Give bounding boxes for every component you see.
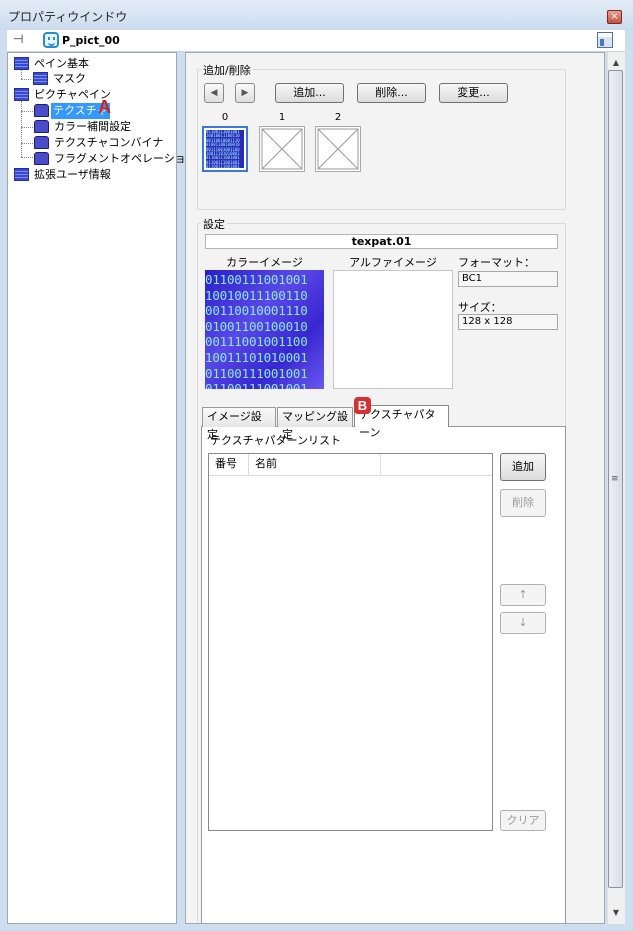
thumb-index-2: 2 bbox=[334, 112, 342, 123]
add-pattern-button[interactable]: 追加 bbox=[500, 453, 546, 481]
format-label: フォーマット： bbox=[458, 256, 535, 269]
texture-slot-0-image: 01100111001001 10010011100110 0011001000… bbox=[206, 130, 244, 168]
tree-line bbox=[21, 157, 33, 158]
settings-label: 設定 bbox=[201, 216, 227, 232]
database-icon bbox=[14, 57, 29, 70]
size-label: サイズ： bbox=[458, 301, 502, 314]
change-texture-button[interactable]: 変更... bbox=[439, 83, 508, 103]
color-image-preview: 01100111001001 10010011100110 0011001000… bbox=[205, 270, 324, 389]
move-up-button[interactable]: ↑ bbox=[500, 584, 546, 606]
scroll-down-arrow[interactable]: ▼ bbox=[610, 908, 622, 917]
column-number[interactable]: 番号 bbox=[209, 454, 249, 475]
move-down-button[interactable]: ↓ bbox=[500, 612, 546, 634]
texture-slot-1[interactable] bbox=[259, 126, 305, 172]
pane-type-icon bbox=[43, 32, 59, 48]
thumb-index-1: 1 bbox=[278, 112, 286, 123]
texture-slot-0[interactable]: 01100111001001 10010011100110 0011001000… bbox=[202, 126, 248, 172]
color-image-label: カラーイメージ bbox=[226, 256, 303, 269]
callout-badge-a: A bbox=[98, 97, 111, 117]
delete-texture-button[interactable]: 削除... bbox=[357, 83, 426, 103]
tree-line bbox=[21, 127, 33, 128]
pin-icon[interactable]: ⊣ bbox=[13, 32, 31, 48]
puzzle-icon bbox=[34, 136, 49, 149]
alpha-image-preview bbox=[333, 270, 453, 389]
tab-mapping-settings[interactable]: マッピング設定 bbox=[277, 407, 353, 441]
close-button[interactable]: × bbox=[607, 10, 622, 24]
pattern-list-label: テクスチャパターンリスト bbox=[210, 434, 342, 447]
window-title: プロパティウインドウ bbox=[8, 10, 128, 24]
database-icon bbox=[14, 88, 29, 101]
layout-icon[interactable] bbox=[597, 32, 613, 48]
tree-line bbox=[21, 111, 33, 112]
add-remove-label: 追加/削除 bbox=[201, 62, 253, 78]
texture-slot-2[interactable] bbox=[315, 126, 361, 172]
puzzle-icon bbox=[34, 120, 49, 133]
empty-slot-icon bbox=[317, 128, 359, 170]
category-tree: ペイン基本 マスク ピクチャペイン テクスチャ A カラー補間設定 テクスチャコ… bbox=[7, 52, 197, 924]
column-name[interactable]: 名前 bbox=[249, 454, 381, 475]
scroll-grip-icon: ≡ bbox=[611, 474, 619, 484]
size-value: 128 x 128 bbox=[458, 314, 558, 330]
scroll-up-arrow[interactable]: ▲ bbox=[610, 58, 622, 67]
tree-line bbox=[21, 143, 33, 144]
callout-badge-b: B bbox=[354, 397, 371, 414]
object-name: P_pict_00 bbox=[62, 34, 120, 47]
tree-line bbox=[21, 70, 22, 79]
clear-button[interactable]: クリア bbox=[500, 810, 546, 831]
puzzle-icon bbox=[34, 104, 49, 117]
add-texture-button[interactable]: 追加... bbox=[275, 83, 344, 103]
thumb-index-0: 0 bbox=[221, 112, 229, 123]
prev-button[interactable]: ◀ bbox=[204, 83, 224, 103]
texture-name: texpat.01 bbox=[205, 234, 558, 249]
pattern-list[interactable]: 番号 名前 bbox=[208, 453, 493, 831]
alpha-image-label: アルファイメージ bbox=[349, 256, 437, 269]
database-icon bbox=[14, 168, 29, 181]
format-value: BC1 bbox=[458, 271, 558, 287]
tab-image-settings[interactable]: イメージ設定 bbox=[202, 407, 276, 441]
database-icon bbox=[33, 72, 48, 85]
tree-line bbox=[21, 79, 31, 80]
puzzle-icon bbox=[34, 152, 49, 165]
next-button[interactable]: ▶ bbox=[235, 83, 255, 103]
tree-line bbox=[21, 101, 22, 157]
empty-slot-icon bbox=[261, 128, 303, 170]
pattern-list-header: 番号 名前 bbox=[209, 454, 492, 476]
delete-pattern-button[interactable]: 削除 bbox=[500, 489, 546, 517]
